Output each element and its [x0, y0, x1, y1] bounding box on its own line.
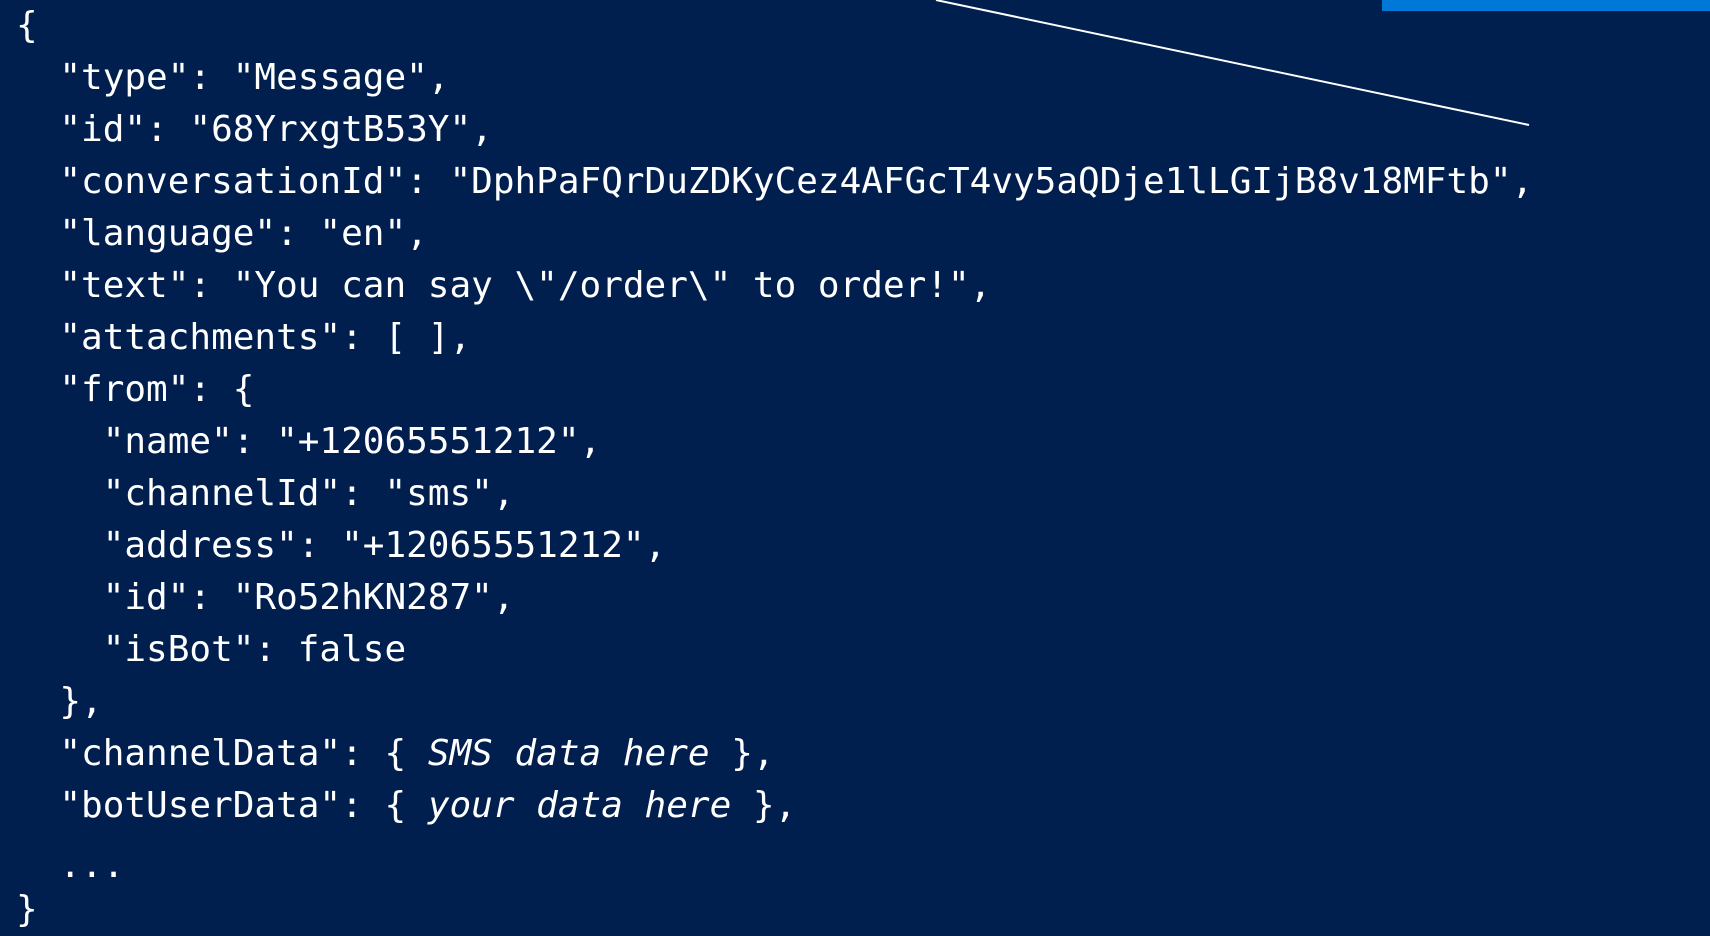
open-brace: {	[16, 5, 38, 46]
bot-user-data-close: },	[731, 785, 797, 826]
id-line: "id": "68YrxgtB53Y",	[16, 109, 493, 150]
from-id-line: "id": "Ro52hKN287",	[16, 577, 515, 618]
from-address-line: "address": "+12065551212",	[16, 525, 667, 566]
bot-user-data-line: "botUserData": { your data here },	[16, 780, 796, 832]
text-line: "text": "You can say \"/order\" to order…	[16, 265, 992, 306]
from-open-line: "from": {	[16, 369, 255, 410]
bot-user-data-key: "botUserData": {	[16, 785, 428, 826]
from-channel-id-line: "channelId": "sms",	[16, 473, 515, 514]
bot-user-data-placeholder: your data here	[427, 785, 732, 826]
language-line: "language": "en",	[16, 213, 428, 254]
close-brace: }	[16, 889, 38, 930]
from-close-line: },	[16, 681, 103, 722]
from-is-bot-line: "isBot": false	[16, 629, 407, 670]
from-name-line: "name": "+12065551212",	[16, 421, 602, 462]
accent-bar	[1382, 0, 1710, 11]
channel-data-placeholder: SMS data here	[427, 733, 710, 774]
attachments-line: "attachments": [ ],	[16, 317, 472, 358]
type-line: "type": "Message",	[16, 57, 450, 98]
channel-data-close: },	[709, 733, 775, 774]
channel-data-line: "channelData": { SMS data here },	[16, 728, 775, 780]
channel-data-key: "channelData": {	[16, 733, 428, 774]
conversation-id-line: "conversationId": "DphPaFQrDuZDKyCez4AFG…	[16, 161, 1534, 202]
